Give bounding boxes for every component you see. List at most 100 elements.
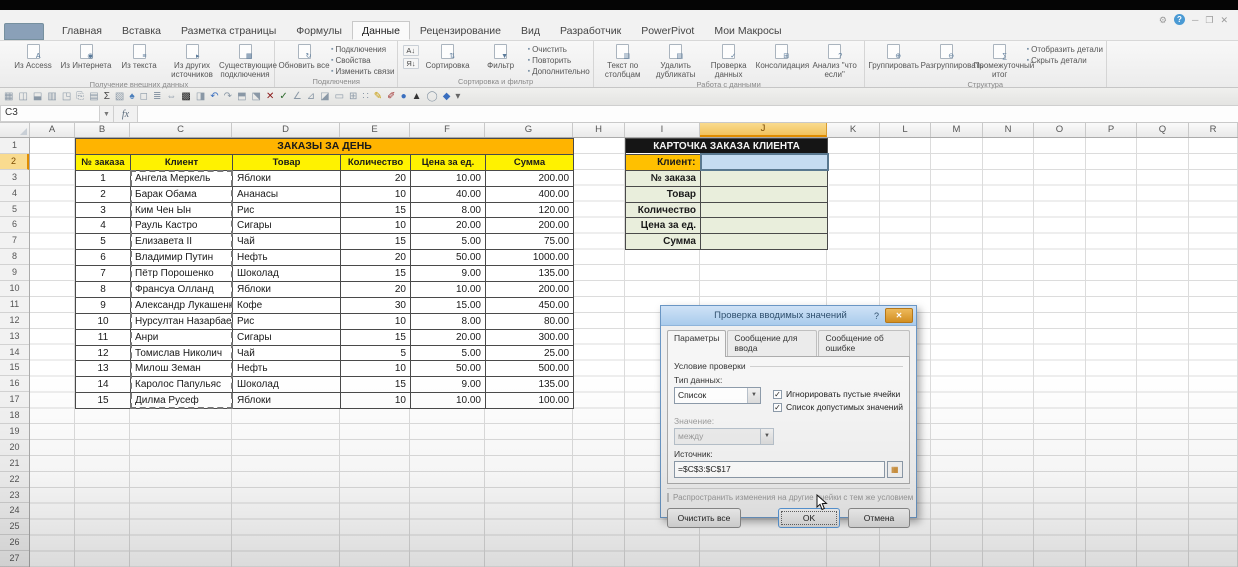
qat-icon[interactable]: ↶ bbox=[210, 91, 218, 103]
row-header-11[interactable]: 11 bbox=[0, 297, 29, 313]
qat-icon[interactable]: ◪ bbox=[320, 91, 329, 103]
qat-icon[interactable]: ▧ bbox=[115, 91, 124, 103]
ribbon-tab-формулы[interactable]: Формулы bbox=[286, 21, 352, 40]
qat-icon[interactable]: ◳ bbox=[62, 91, 71, 103]
dialog-help-icon[interactable]: ? bbox=[874, 311, 879, 321]
ribbon-button-sort-dialog[interactable]: ⇅ Сортировка bbox=[422, 42, 474, 70]
qat-icon[interactable]: ⊿ bbox=[307, 91, 315, 103]
spreadsheet-cell[interactable]: 20 bbox=[340, 249, 411, 267]
row-header-15[interactable]: 15 bbox=[0, 360, 29, 377]
spreadsheet-cell[interactable]: 15 bbox=[340, 233, 411, 251]
spreadsheet-cell[interactable]: Франсуа Олланд bbox=[130, 281, 233, 298]
qat-icon[interactable]: ▾ bbox=[455, 91, 460, 103]
spreadsheet-cell[interactable]: 10.00 bbox=[410, 392, 486, 410]
row-header-26[interactable]: 26 bbox=[0, 535, 29, 552]
spreadsheet-cell[interactable]: 14 bbox=[75, 376, 131, 394]
spreadsheet-cell[interactable]: 11 bbox=[75, 328, 131, 346]
spreadsheet-cell[interactable]: 200.00 bbox=[484, 169, 575, 187]
spreadsheet-cell[interactable]: 450.00 bbox=[484, 296, 575, 314]
close-icon[interactable]: ✕ bbox=[1220, 15, 1228, 25]
card-label-cell[interactable]: Количество bbox=[625, 201, 701, 219]
row-header-7[interactable]: 7 bbox=[0, 233, 29, 250]
source-input[interactable]: =$C$3:$C$17 bbox=[674, 461, 885, 478]
spreadsheet-cell[interactable]: 50.00 bbox=[410, 360, 486, 378]
spreadsheet-cell[interactable]: 5 bbox=[340, 344, 411, 362]
spreadsheet-cell[interactable]: 10 bbox=[340, 360, 411, 378]
ribbon-button-consolidate[interactable]: ⊞ Консолидация bbox=[756, 42, 809, 70]
row-header-27[interactable]: 27 bbox=[0, 551, 29, 567]
collapse-range-icon[interactable]: ▦ bbox=[886, 461, 903, 478]
orders-header-cell[interactable]: Товар bbox=[232, 153, 341, 171]
spreadsheet-cell[interactable]: Анри bbox=[130, 328, 233, 346]
ribbon-small-button[interactable]: ▪ Повторить bbox=[528, 56, 590, 65]
select-all-corner[interactable] bbox=[0, 123, 30, 137]
sort-icon[interactable]: А↓ bbox=[403, 45, 419, 56]
row-header-5[interactable]: 5 bbox=[0, 202, 29, 218]
spreadsheet-cell[interactable]: Томислав Николич bbox=[130, 344, 233, 362]
row-header-21[interactable]: 21 bbox=[0, 456, 29, 472]
spreadsheet-cell[interactable]: Ангела Меркель bbox=[130, 169, 233, 187]
qat-icon[interactable]: ● bbox=[401, 91, 407, 103]
name-box-dropdown-icon[interactable]: ▼ bbox=[100, 106, 114, 122]
row-header-24[interactable]: 24 bbox=[0, 503, 29, 520]
spreadsheet-cell[interactable]: Яблоки bbox=[232, 392, 341, 410]
spreadsheet-cell[interactable]: 50.00 bbox=[410, 249, 486, 267]
spreadsheet-cell[interactable]: 200.00 bbox=[484, 217, 575, 235]
spreadsheet-cell[interactable]: Нефть bbox=[232, 360, 341, 378]
ignore-blanks-checkbox[interactable]: ✓ Игнорировать пустые ячейки bbox=[772, 389, 903, 399]
ribbon-small-button[interactable]: ▪ Отобразить детали bbox=[1027, 45, 1103, 54]
spreadsheet-cell[interactable]: 100.00 bbox=[484, 392, 575, 410]
row-header-25[interactable]: 25 bbox=[0, 519, 29, 536]
spreadsheet-cell[interactable]: 120.00 bbox=[484, 201, 575, 219]
qat-icon[interactable]: ✐ bbox=[387, 91, 395, 103]
dialog-tab-3[interactable]: Сообщение об ошибке bbox=[818, 330, 910, 356]
ribbon-small-button[interactable]: ▪ Свойства bbox=[331, 56, 394, 65]
spreadsheet-cell[interactable]: Дилма Русеф bbox=[130, 392, 233, 410]
column-header-R[interactable]: R bbox=[1189, 123, 1238, 137]
spreadsheet-cell[interactable]: 15 bbox=[340, 201, 411, 219]
qat-icon[interactable]: ⊞ bbox=[349, 91, 357, 103]
ribbon-button-file-web[interactable]: ◉ Из Интернета bbox=[60, 42, 112, 70]
qat-icon[interactable]: ∷ bbox=[362, 91, 368, 103]
card-label-cell[interactable]: № заказа bbox=[625, 169, 701, 187]
spreadsheet-cell[interactable]: 15 bbox=[340, 328, 411, 346]
spreadsheet-cell[interactable]: Елизавета II bbox=[130, 233, 233, 251]
ribbon-small-button[interactable]: ▪ Изменить связи bbox=[331, 67, 394, 76]
spreadsheet-cell[interactable]: 4 bbox=[75, 217, 131, 235]
spreadsheet-cell[interactable]: 15 bbox=[340, 265, 411, 283]
qat-icon[interactable]: ▦ bbox=[4, 91, 13, 103]
dialog-title-bar[interactable]: Проверка вводимых значений ? ✕ bbox=[661, 306, 916, 326]
ribbon-button-subtotal[interactable]: ∑ Промежуточный итог bbox=[974, 42, 1034, 79]
spreadsheet-cell[interactable]: 300.00 bbox=[484, 328, 575, 346]
spreadsheet-cell[interactable]: 10 bbox=[340, 312, 411, 330]
spreadsheet-cell[interactable]: Шоколад bbox=[232, 376, 341, 394]
spreadsheet-cell[interactable]: 10 bbox=[75, 312, 131, 330]
spreadsheet-cell[interactable]: 13 bbox=[75, 360, 131, 378]
spreadsheet-cell[interactable]: Шоколад bbox=[232, 265, 341, 283]
column-header-D[interactable]: D bbox=[232, 123, 340, 137]
column-header-N[interactable]: N bbox=[983, 123, 1034, 137]
ribbon-button-existing-connections[interactable]: ▦ Существующие подключения bbox=[219, 42, 277, 79]
ribbon-button-what-if-analysis[interactable]: ? Анализ "что если" bbox=[809, 42, 861, 79]
qat-icon[interactable]: ≣ bbox=[153, 91, 161, 103]
qat-icon[interactable]: ▭ bbox=[335, 91, 344, 103]
ribbon-tab-данные[interactable]: Данные bbox=[351, 21, 410, 40]
ribbon-button-file-access[interactable]: A Из Access bbox=[7, 42, 59, 70]
row-header-8[interactable]: 8 bbox=[0, 249, 29, 266]
column-header-L[interactable]: L bbox=[880, 123, 931, 137]
spreadsheet-cell[interactable]: Нурсултан Назарбаев bbox=[130, 312, 233, 330]
qat-icon[interactable]: ▤ bbox=[89, 91, 98, 103]
row-header-4[interactable]: 4 bbox=[0, 186, 29, 202]
ribbon-tab-разработчик[interactable]: Разработчик bbox=[550, 21, 631, 40]
spreadsheet-cell[interactable]: Яблоки bbox=[232, 169, 341, 187]
card-value-cell[interactable] bbox=[699, 217, 829, 235]
spreadsheet-cell[interactable]: 20.00 bbox=[410, 217, 486, 235]
spreadsheet-cell[interactable]: 12 bbox=[75, 344, 131, 362]
ribbon-tab-вид[interactable]: Вид bbox=[511, 21, 550, 40]
spreadsheet-cell[interactable]: 8 bbox=[75, 281, 131, 298]
card-label-cell[interactable]: Цена за ед. bbox=[625, 217, 701, 235]
spreadsheet-cell[interactable]: 135.00 bbox=[484, 265, 575, 283]
column-header-G[interactable]: G bbox=[485, 123, 573, 137]
column-header-H[interactable]: H bbox=[573, 123, 625, 137]
spreadsheet-cell[interactable]: 9.00 bbox=[410, 376, 486, 394]
